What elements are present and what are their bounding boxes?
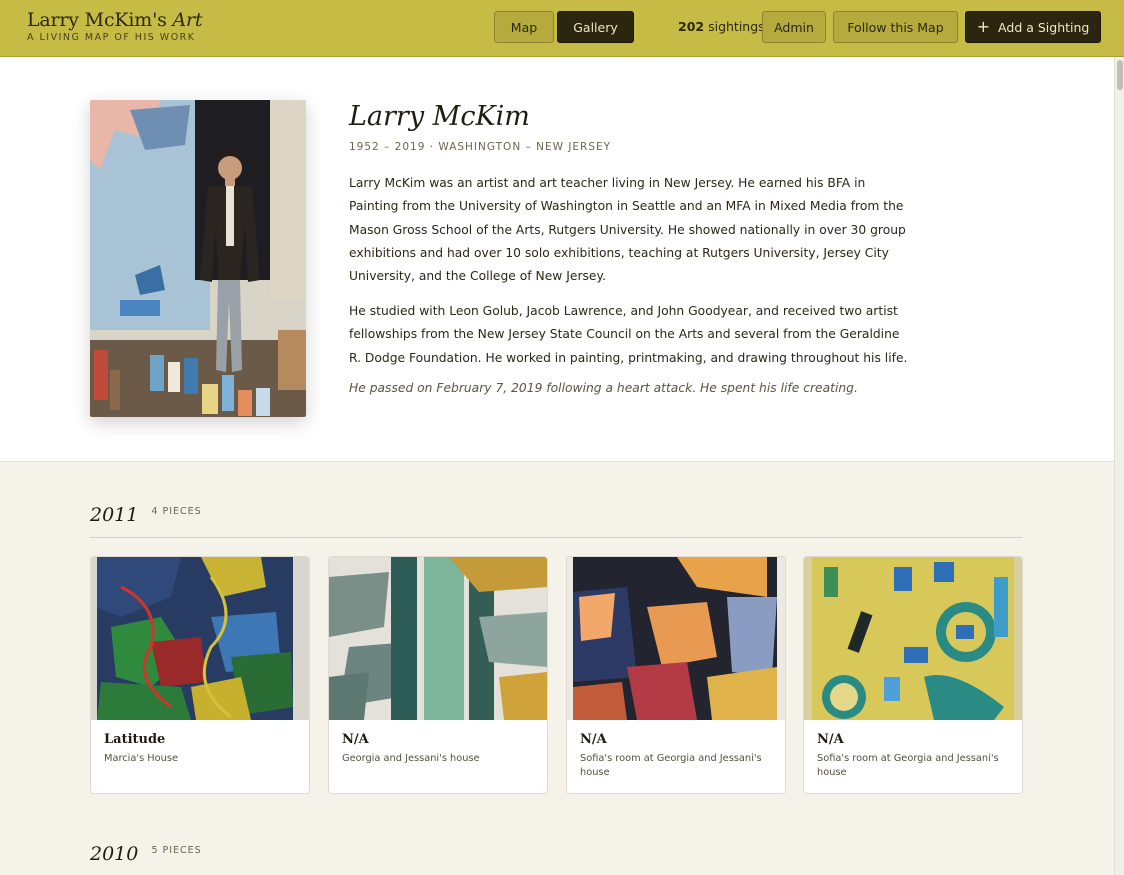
year-divider	[90, 537, 1022, 538]
artwork-title: N/A	[580, 732, 607, 747]
artwork-thumbnail	[91, 557, 309, 720]
brand-name: Larry McKim's	[27, 9, 167, 31]
artwork-location: Georgia and Jessani's house	[342, 753, 480, 764]
sightings-counter: 202 sightings	[678, 19, 765, 34]
art-card[interactable]: Latitude Marcia's House	[90, 556, 310, 794]
art-card[interactable]: N/A Sofia's room at Georgia and Jessani'…	[803, 556, 1023, 794]
artist-portrait	[90, 100, 306, 417]
artwork-thumbnail	[329, 557, 547, 720]
artwork-title: N/A	[342, 732, 369, 747]
artwork-title: Latitude	[104, 732, 166, 747]
brand-tagline: A LIVING MAP OF HIS WORK	[27, 32, 196, 43]
year-piece-count: 4 PIECES	[151, 506, 202, 517]
art-card[interactable]: N/A Sofia's room at Georgia and Jessani'…	[566, 556, 786, 794]
bio-paragraph-2: He studied with Leon Golub, Jacob Lawren…	[349, 304, 908, 365]
sightings-label: sightings	[708, 19, 765, 34]
year-piece-count: 5 PIECES	[151, 845, 202, 856]
nav-gallery-button[interactable]: Gallery	[557, 11, 634, 43]
brand[interactable]: Larry McKim's Art A LIVING MAP OF HIS WO…	[27, 9, 203, 43]
bio-note: He passed on February 7, 2019 following …	[349, 381, 858, 395]
artwork-location: Marcia's House	[104, 753, 178, 764]
bio-paragraph-1: Larry McKim was an artist and art teache…	[349, 176, 906, 284]
add-sighting-button[interactable]: + Add a Sighting	[965, 11, 1101, 43]
nav-map-button[interactable]: Map	[494, 11, 554, 43]
top-bar: Larry McKim's Art A LIVING MAP OF HIS WO…	[0, 0, 1124, 57]
sightings-count: 202	[678, 19, 705, 34]
art-card[interactable]: N/A Georgia and Jessani's house	[328, 556, 548, 794]
admin-button[interactable]: Admin	[762, 11, 826, 43]
year-label: 2011	[90, 504, 139, 526]
add-sighting-label: Add a Sighting	[998, 19, 1090, 35]
artwork-location: Sofia's room at Georgia and Jessani's ho…	[817, 753, 999, 778]
artwork-title: N/A	[817, 732, 844, 747]
year-label: 2010	[90, 843, 139, 865]
year-header-2010: 2010 5 PIECES	[90, 843, 1022, 865]
artist-name: Larry McKim	[349, 101, 530, 132]
artist-meta: 1952 – 2019 · WASHINGTON – NEW JERSEY	[349, 141, 612, 153]
artwork-thumbnail	[567, 557, 785, 720]
year-header-2011: 2011 4 PIECES	[90, 504, 1022, 526]
brand-title: Larry McKim's Art	[27, 9, 203, 31]
artwork-thumbnail	[804, 557, 1022, 720]
scrollbar-track[interactable]	[1114, 57, 1124, 875]
artwork-location: Sofia's room at Georgia and Jessani's ho…	[580, 753, 762, 778]
plus-icon: +	[976, 17, 991, 36]
bio-section: Larry McKim 1952 – 2019 · WASHINGTON – N…	[0, 57, 1114, 462]
scrollbar-thumb[interactable]	[1117, 60, 1123, 90]
follow-map-button[interactable]: Follow this Map	[833, 11, 958, 43]
brand-art: Art	[172, 9, 203, 31]
